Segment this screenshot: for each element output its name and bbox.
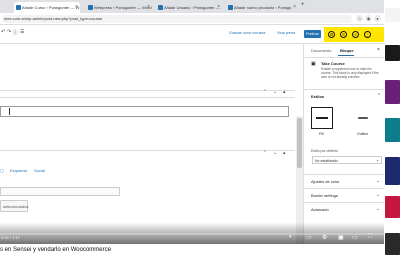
browser-tab[interactable]: Añadir nuevo producto ‹ Ponsgu × [226, 2, 298, 13]
tab-social[interactable]: Social [34, 168, 45, 173]
info-icon[interactable]: ⓘ [13, 29, 18, 36]
subtitles-icon[interactable]: ▭ [306, 234, 312, 241]
browser-tab[interactable]: Añadir Curso ‹ Ponsgunter — W × [14, 2, 80, 13]
wordpress-icon [16, 5, 21, 10]
divider [303, 89, 384, 90]
preview-button[interactable]: Vista previa [277, 31, 295, 35]
default-style-select[interactable]: No establecido [312, 156, 382, 164]
autoplay-toggle-icon[interactable]: ◑ [288, 234, 292, 240]
sensei-icon[interactable]: S [340, 31, 347, 38]
tab-block[interactable]: Bloque [340, 48, 354, 53]
suggestion-thumbnail[interactable] [385, 45, 400, 61]
text-cursor [9, 108, 10, 115]
block-title: Take Course [321, 61, 345, 66]
text-input[interactable] [0, 106, 289, 117]
chevron-down-icon: ⌄ [375, 192, 380, 198]
styles-heading: Estilos [311, 94, 325, 99]
undo-icon[interactable]: ↶ [1, 29, 5, 35]
collapse-icon[interactable]: ▴ [283, 150, 286, 156]
style-outline-label: Outline [357, 132, 369, 136]
tab-esquema[interactable]: Esquema [10, 168, 27, 173]
collapse-icon[interactable]: ▴ [283, 89, 286, 95]
suggestion-thumbnail[interactable] [385, 157, 400, 185]
close-icon[interactable]: × [293, 2, 296, 13]
style-outline-preview[interactable] [358, 117, 368, 119]
panel-label: Ajustes de color [311, 179, 340, 184]
publish-button[interactable]: Publicar [304, 30, 321, 38]
editor-toolbar: ↶ ↷ ⓘ ☰ Guardar como borrador Vista prev… [0, 25, 384, 44]
wordpress-icon [88, 5, 93, 10]
style-fill-label: Fill [319, 132, 324, 136]
wordpress-icon [158, 5, 163, 10]
chevron-down-icon[interactable]: ⌄ [273, 150, 277, 156]
close-icon[interactable]: × [75, 2, 78, 13]
suggestion-thumbnail[interactable] [385, 80, 400, 104]
chevron-up-icon[interactable]: ⌃ [263, 89, 267, 95]
metabox-row [0, 44, 295, 91]
panel-color-settings[interactable]: Ajustes de color ⌄ [303, 174, 384, 188]
bookmark-star-icon[interactable]: ☆ [356, 15, 363, 22]
chevron-up-icon[interactable]: ⌃ [263, 150, 267, 156]
redo-icon[interactable]: ↷ [7, 29, 11, 35]
list-view-icon[interactable]: ☰ [20, 29, 24, 35]
time-display: 0:00 / 7:17 [1, 235, 20, 240]
more-options-icon[interactable]: ⋮ [364, 31, 371, 38]
fullscreen-icon[interactable]: ⛶ [368, 234, 372, 241]
tab-label: Añadir Usuario ‹ Ponsgunter — [164, 5, 220, 10]
browser-tab-bar: Añadir Curso ‹ Ponsgunter — W × Webpress… [0, 0, 400, 13]
address-bar-row: ntes.com.ar/wp-admin/post-new.php?post_t… [0, 13, 400, 25]
suggestion-thumbnail[interactable] [385, 8, 400, 22]
close-icon[interactable]: × [147, 2, 150, 13]
block-icon: ▣ [311, 61, 316, 67]
block-description: Enable a registered user to start the co… [321, 67, 379, 80]
tab-document[interactable]: Documento [311, 48, 331, 53]
highlighted-toolbar-icons: ⚙ S Y ⋮ [324, 27, 384, 42]
tab-label: Webpress ‹ Ponsgunter — Word [94, 5, 152, 10]
tab-label: Añadir nuevo producto ‹ Ponsgu [234, 5, 292, 10]
panel-advanced[interactable]: Avanzado ⌄ [303, 202, 384, 216]
seo-icon[interactable]: Y [352, 31, 359, 38]
profile-avatar-icon[interactable]: ● [374, 15, 381, 22]
scrollbar-thumb[interactable] [297, 118, 302, 168]
metabox-field[interactable] [0, 187, 120, 196]
selected-items-button[interactable]: seleccionados [0, 200, 28, 212]
divider [0, 97, 295, 98]
wordpress-icon [228, 5, 233, 10]
panel-label: Avanzado [311, 207, 329, 212]
suggestion-thumbnail[interactable] [385, 196, 400, 218]
divider [303, 57, 384, 58]
extensions-icon[interactable]: ◆ [365, 15, 372, 22]
chevron-down-icon: ⌄ [375, 178, 380, 184]
settings-gear-icon[interactable]: ⚙ [328, 31, 335, 38]
chevron-down-icon: ⌄ [376, 157, 380, 162]
default-style-label: Estilo por defecto [311, 149, 339, 153]
theater-mode-icon[interactable]: ▭ [352, 234, 358, 241]
miniplayer-icon[interactable]: ▣ [338, 234, 344, 241]
close-icon[interactable]: × [377, 47, 380, 53]
url-input[interactable]: ntes.com.ar/wp-admin/post-new.php?post_t… [2, 15, 352, 23]
active-tab-indicator [338, 55, 354, 56]
close-icon[interactable]: × [217, 2, 220, 13]
new-tab-icon[interactable]: + [301, 2, 305, 8]
chevron-down-icon: ⌄ [375, 206, 380, 212]
settings-gear-icon[interactable]: ⚙ [322, 234, 327, 241]
panel-label: Border settings [311, 193, 338, 198]
style-fill-preview [316, 117, 328, 119]
suggestion-thumbnail[interactable] [385, 233, 400, 255]
video-title: s en Sensei y vendarlo en Woocommerce [0, 247, 111, 253]
chevron-up-icon[interactable]: ⌃ [377, 93, 381, 99]
browser-tab[interactable]: Añadir Usuario ‹ Ponsgunter — × [156, 2, 222, 13]
browser-tab[interactable]: Webpress ‹ Ponsgunter — Word × [86, 2, 152, 13]
divider [0, 150, 295, 151]
tab-marker-icon: ▢ [0, 168, 4, 173]
tab-label: Añadir Curso ‹ Ponsgunter — W [22, 5, 80, 10]
chevron-down-icon[interactable]: ⌄ [273, 89, 277, 95]
suggestion-thumbnail[interactable] [385, 118, 400, 142]
save-draft-button[interactable]: Guardar como borrador [229, 31, 266, 35]
panel-border-settings[interactable]: Border settings ⌄ [303, 188, 384, 202]
